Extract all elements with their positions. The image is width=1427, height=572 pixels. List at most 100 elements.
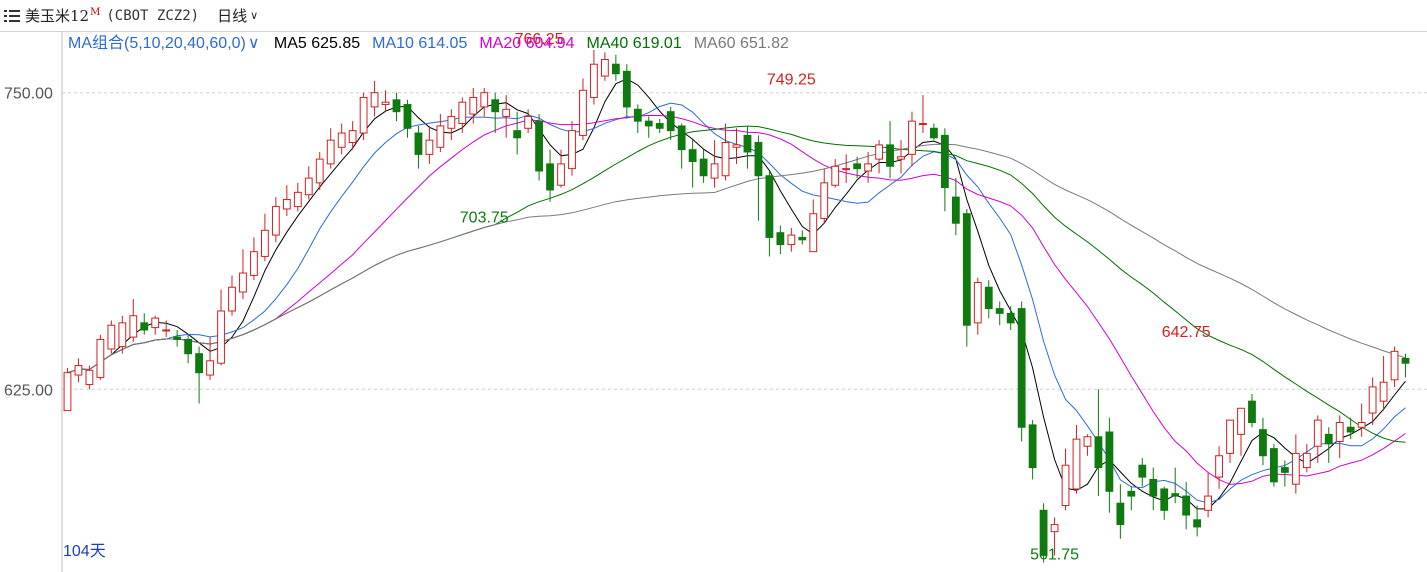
candle-6 [129, 299, 138, 342]
candle-body-58 [699, 158, 708, 177]
candle-body-40 [502, 108, 511, 117]
candle-1 [74, 358, 83, 383]
candle-body-29 [381, 101, 390, 106]
candle-body-53 [644, 120, 653, 127]
candle-body-106 [1226, 419, 1234, 454]
candle-81 [951, 178, 960, 236]
candle-68 [809, 199, 818, 253]
candle-body-49 [600, 58, 609, 77]
candle-83 [973, 277, 982, 335]
candle-body-87 [1017, 308, 1026, 428]
candle-body-67 [798, 236, 807, 241]
candle-3 [96, 334, 105, 380]
candle-body-1 [74, 365, 83, 376]
candle-body-8 [151, 317, 160, 329]
candle-body-113 [1302, 452, 1311, 469]
candle-body-7 [140, 322, 149, 331]
ma-legend-ma40: MA40 619.01 [587, 35, 682, 52]
candle-105 [1215, 446, 1223, 489]
candle-body-108 [1248, 400, 1256, 424]
candle-body-103 [1193, 519, 1202, 528]
ma-legend-ma5: MA5 625.85 [274, 35, 360, 52]
candle-body-88 [1028, 424, 1037, 469]
candle-body-85 [995, 308, 1004, 314]
candle-body-45 [557, 163, 565, 186]
candle-body-56 [677, 125, 686, 151]
candle-body-98 [1138, 464, 1147, 478]
candle-21 [293, 182, 302, 212]
candle-85 [995, 301, 1004, 326]
candle-body-110 [1270, 448, 1278, 483]
candle-body-26 [348, 130, 357, 144]
candle-body-23 [315, 158, 324, 184]
candle-body-119 [1368, 386, 1377, 414]
candle-56 [677, 123, 686, 169]
candle-body-65 [776, 232, 785, 246]
candle-body-68 [809, 213, 818, 253]
candle-7 [140, 313, 149, 335]
candle-120 [1379, 356, 1388, 411]
candle-body-39 [491, 99, 500, 113]
candle-body-79 [930, 127, 938, 139]
candle-body-109 [1259, 429, 1267, 457]
candle-18 [260, 213, 269, 262]
candle-55 [666, 106, 675, 141]
candle-body-90 [1050, 524, 1059, 533]
extreme-label-703.75: 703.75 [460, 209, 509, 226]
candle-31 [403, 99, 412, 138]
candle-body-66 [787, 234, 796, 246]
candle-body-16 [239, 272, 247, 293]
period-selector[interactable]: 日线 ∨ [217, 5, 258, 26]
candle-48 [590, 49, 598, 105]
candle-70 [831, 159, 840, 188]
candle-100 [1160, 486, 1169, 520]
symbol-code: (CBOT ZCZ2) [106, 7, 200, 24]
candle-12 [195, 346, 203, 404]
candle-118 [1357, 403, 1366, 437]
candle-116 [1335, 415, 1344, 459]
candle-67 [798, 230, 807, 245]
candle-body-61 [732, 144, 741, 148]
candle-22 [304, 166, 313, 200]
candle-112 [1291, 434, 1300, 494]
candle-body-111 [1280, 467, 1289, 473]
candle-body-115 [1324, 433, 1333, 445]
candle-body-19 [271, 206, 280, 236]
candle-body-17 [250, 251, 258, 276]
candle-body-122 [1401, 357, 1410, 364]
price-chart[interactable]: 625.00750.00 766.25703.75749.25561.75642… [0, 31, 1427, 572]
candle-body-41 [513, 130, 522, 139]
candle-body-93 [1083, 436, 1092, 447]
candle-body-100 [1160, 488, 1169, 511]
candle-body-84 [984, 286, 993, 310]
candle-28 [370, 80, 379, 117]
candle-body-6 [129, 315, 138, 338]
candle-body-69 [820, 182, 829, 219]
chevron-down-icon: ∨ [250, 10, 259, 22]
candle-54 [655, 118, 664, 134]
candle-91 [1061, 448, 1070, 511]
candle-121 [1390, 346, 1399, 387]
candle-body-63 [754, 142, 763, 177]
candle-body-52 [633, 108, 642, 122]
menu-lines-icon[interactable] [4, 8, 20, 23]
ma-legend: MA组合(5,10,20,40,60,0) ∨ MA5 625.85 MA10 614… [68, 34, 789, 52]
candle-body-35 [447, 115, 456, 129]
candle-body-47 [579, 89, 587, 136]
candle-body-48 [590, 63, 598, 98]
candle-body-32 [414, 132, 423, 155]
extreme-label-642.75: 642.75 [1162, 324, 1211, 341]
candle-body-92 [1072, 438, 1081, 490]
candle-body-46 [568, 130, 576, 170]
candle-119 [1368, 377, 1377, 425]
candle-body-80 [940, 134, 949, 189]
candle-body-22 [304, 177, 313, 196]
candle-79 [930, 123, 938, 141]
candle-27 [359, 92, 368, 141]
visible-days-label: 104天 [63, 543, 106, 560]
candle-body-0 [63, 372, 72, 412]
candle-body-81 [951, 196, 960, 224]
candle-body-15 [228, 286, 236, 312]
candle-body-114 [1313, 419, 1322, 447]
candle-65 [776, 225, 785, 255]
